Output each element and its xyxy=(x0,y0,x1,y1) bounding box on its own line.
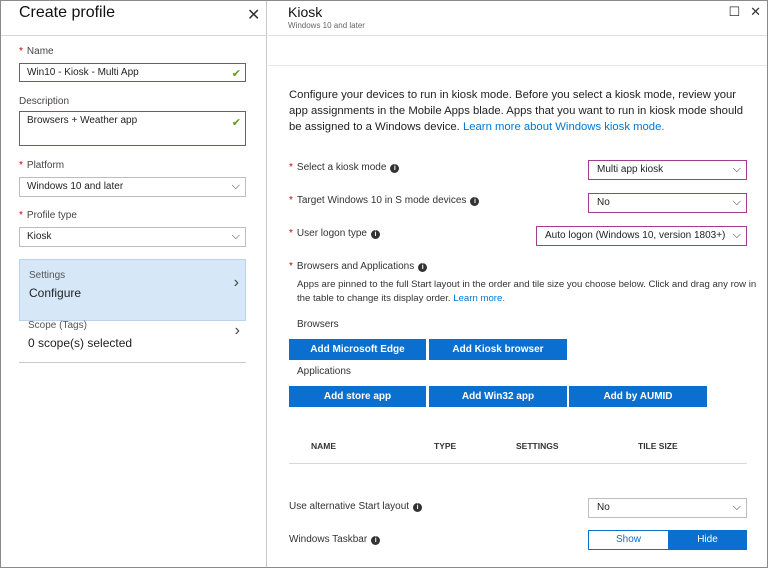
settings-label: Settings xyxy=(29,270,66,281)
blade-title: Create profile xyxy=(19,4,116,21)
kiosk-mode-select[interactable]: Multi app kiosk ⌵ xyxy=(588,160,747,180)
chevron-down-icon: ⌵ xyxy=(732,196,741,208)
alt-start-layout-label: Use alternative Start layout i xyxy=(289,501,423,512)
s-mode-label: * Target Windows 10 in S mode devices i xyxy=(289,195,480,206)
close-icon[interactable]: ✕ xyxy=(750,4,761,19)
learn-more-link[interactable]: Learn more. xyxy=(453,293,505,304)
divider xyxy=(268,65,767,66)
logon-type-label: * User logon type i xyxy=(289,228,380,239)
info-icon[interactable]: i xyxy=(418,263,428,272)
name-input[interactable]: Win10 - Kiosk - Multi App ✔ xyxy=(19,63,246,82)
browsers-apps-label: * Browsers and Applications i xyxy=(289,261,428,272)
intro-text: Configure your devices to run in kiosk m… xyxy=(289,89,744,133)
chevron-down-icon: ⌵ xyxy=(231,180,240,192)
blade-title: Kiosk xyxy=(288,4,323,20)
browsers-apps-description: Apps are pinned to the full Start layout… xyxy=(297,279,757,304)
table-header-settings[interactable]: SETTINGS xyxy=(516,441,559,451)
applications-heading: Applications xyxy=(297,366,351,377)
profile-type-label: * Profile type xyxy=(19,210,77,221)
profile-type-select[interactable]: Kiosk ⌵ xyxy=(19,227,246,247)
table-header-type[interactable]: TYPE xyxy=(434,441,456,451)
s-mode-select[interactable]: No ⌵ xyxy=(588,193,747,213)
browsers-heading: Browsers xyxy=(297,319,339,330)
description-input[interactable]: Browsers + Weather app ✔ xyxy=(19,111,246,146)
description-label: Description xyxy=(19,96,70,107)
settings-value: Configure xyxy=(29,286,82,300)
check-icon: ✔ xyxy=(231,117,241,129)
chevron-down-icon: ⌵ xyxy=(732,501,741,513)
info-icon[interactable]: i xyxy=(413,503,423,512)
chevron-down-icon: ⌵ xyxy=(732,163,741,175)
add-store-app-button[interactable]: Add store app xyxy=(289,386,426,407)
kiosk-blade: Kiosk Windows 10 and later ☐ ✕ Configure … xyxy=(268,1,767,567)
window-controls: ☐ ✕ xyxy=(718,4,761,20)
table-divider xyxy=(289,463,747,464)
add-win32-app-button[interactable]: Add Win32 app xyxy=(429,386,567,407)
table-header-tile-size[interactable]: TILE SIZE xyxy=(638,441,678,451)
chevron-down-icon: ⌵ xyxy=(732,229,741,241)
add-kiosk-browser-button[interactable]: Add Kiosk browser xyxy=(429,339,567,360)
logon-type-select[interactable]: Auto logon (Windows 10, version 1803+) ⌵ xyxy=(536,226,747,246)
scope-nav-item[interactable]: Scope (Tags) 0 scope(s) selected › xyxy=(19,300,246,363)
info-icon[interactable]: i xyxy=(470,197,480,206)
blade-subtitle: Windows 10 and later xyxy=(288,21,365,30)
scope-label: Scope (Tags) xyxy=(28,320,87,331)
chevron-right-icon: › xyxy=(234,322,240,339)
taskbar-show-option[interactable]: Show xyxy=(589,531,668,549)
chevron-right-icon: › xyxy=(233,274,239,291)
taskbar-label: Windows Taskbar i xyxy=(289,534,381,545)
kiosk-mode-label: * Select a kiosk mode i xyxy=(289,162,400,173)
name-label: * Name xyxy=(19,46,54,57)
taskbar-toggle: Show Hide xyxy=(588,530,747,550)
scope-value: 0 scope(s) selected xyxy=(28,336,133,350)
learn-more-kiosk-link[interactable]: Learn more about Windows kiosk mode. xyxy=(463,121,665,133)
info-icon[interactable]: i xyxy=(390,164,400,173)
info-icon[interactable]: i xyxy=(371,536,381,545)
add-by-aumid-button[interactable]: Add by AUMID xyxy=(569,386,707,407)
divider xyxy=(268,35,767,36)
platform-select[interactable]: Windows 10 and later ⌵ xyxy=(19,177,246,197)
add-microsoft-edge-button[interactable]: Add Microsoft Edge xyxy=(289,339,426,360)
close-icon[interactable]: ✕ xyxy=(247,5,260,25)
platform-label: * Platform xyxy=(19,160,65,171)
maximize-icon[interactable]: ☐ xyxy=(728,4,740,19)
taskbar-hide-option[interactable]: Hide xyxy=(668,531,747,549)
chevron-down-icon: ⌵ xyxy=(231,230,240,242)
divider xyxy=(1,35,266,36)
alt-start-layout-select[interactable]: No ⌵ xyxy=(588,498,747,518)
check-icon: ✔ xyxy=(231,68,241,80)
info-icon[interactable]: i xyxy=(370,230,380,239)
create-profile-blade: Create profile ✕ * Name Win10 - Kiosk - M… xyxy=(1,1,267,567)
table-header-name[interactable]: NAME xyxy=(311,441,336,451)
